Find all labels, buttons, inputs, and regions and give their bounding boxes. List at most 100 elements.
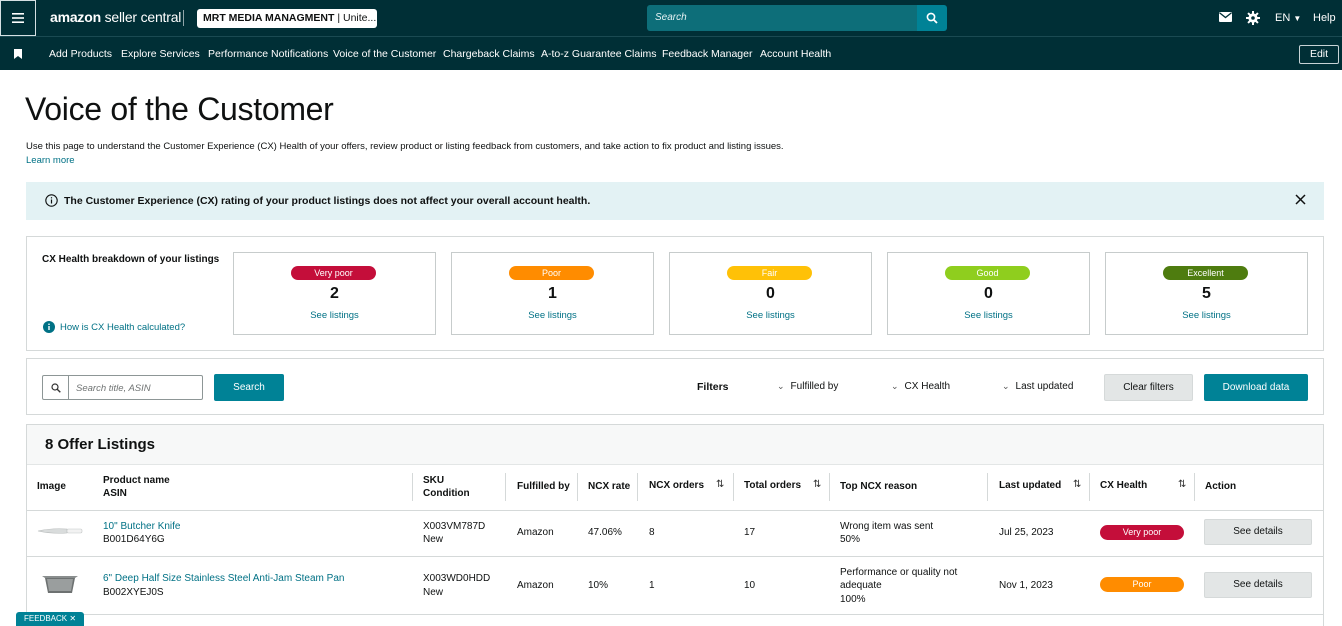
gear-icon[interactable]	[1246, 11, 1260, 25]
breakdown-title: CX Health breakdown of your listings	[42, 254, 220, 265]
ncx-reason-percent: 100%	[840, 594, 866, 605]
col-ncx-rate: NCX rate	[588, 481, 631, 492]
product-image-steam-pan[interactable]	[41, 573, 79, 595]
learn-more-link[interactable]: Learn more	[26, 155, 75, 166]
see-listings-link[interactable]: See listings	[1106, 310, 1307, 321]
see-listings-link[interactable]: See listings	[670, 310, 871, 321]
total-orders-value: 10	[744, 580, 756, 591]
edit-nav-button[interactable]: Edit	[1299, 45, 1339, 64]
sort-icon[interactable]: ⇅	[1178, 479, 1186, 490]
asin-value: B002XYEJ0S	[103, 587, 164, 598]
top-bar: amazon seller central MRT MEDIA MANAGMEN…	[0, 0, 1342, 36]
filter-fulfilled-by[interactable]: ⌄ Fulfilled by	[777, 381, 838, 392]
ncx-orders-value: 8	[649, 527, 655, 538]
filter-bar: Search title, ASIN Search Filters ⌄ Fulfi…	[26, 358, 1324, 415]
breakdown-count: 5	[1202, 285, 1211, 302]
filters-label: Filters	[697, 381, 729, 393]
nav-item-performance-notifications[interactable]: Performance Notifications	[208, 48, 328, 60]
col-sku: SKU	[423, 475, 445, 486]
chevron-down-icon: ⌄	[777, 381, 785, 391]
bookmark-icon[interactable]	[14, 49, 22, 59]
menu-button[interactable]	[0, 0, 36, 36]
nav-item-a-to-z-claims[interactable]: A-to-z Guarantee Claims	[541, 48, 657, 60]
column-divider	[829, 473, 830, 501]
cx-health-badge: Poor	[1100, 577, 1184, 592]
ncx-orders-value: 1	[649, 580, 655, 591]
nav-item-voice-of-customer[interactable]: Voice of the Customer	[333, 48, 436, 60]
row-divider	[27, 614, 1323, 615]
col-action: Action	[1205, 481, 1237, 492]
sort-icon[interactable]: ⇅	[1073, 479, 1081, 490]
nav-bar: Add Products Explore Services Performanc…	[0, 36, 1342, 70]
col-top-ncx-reason: Top NCX reason	[840, 481, 918, 492]
cx-health-badge: Very poor	[1100, 525, 1184, 540]
logo-divider	[183, 10, 184, 26]
global-search-button[interactable]	[917, 5, 947, 31]
breakdown-count: 2	[330, 285, 339, 302]
product-name-link[interactable]: 10" Butcher Knife	[103, 520, 181, 533]
breakdown-count: 1	[548, 285, 557, 302]
info-banner: The Customer Experience (CX) rating of y…	[26, 182, 1324, 220]
column-divider	[987, 473, 988, 501]
search-icon-box	[43, 376, 69, 399]
close-icon[interactable]	[1295, 194, 1306, 205]
clear-filters-button[interactable]: Clear filters	[1104, 374, 1193, 401]
health-pill-good: Good	[945, 266, 1030, 280]
see-details-button[interactable]: See details	[1204, 572, 1312, 598]
language-selector[interactable]: EN ▼	[1275, 12, 1301, 24]
col-product-name[interactable]: Product name	[103, 474, 170, 487]
breakdown-box-very-poor: Very poor 2 See listings	[233, 252, 436, 335]
see-listings-link[interactable]: See listings	[452, 310, 653, 321]
column-divider	[505, 473, 506, 501]
close-icon[interactable]: ✕	[69, 614, 76, 623]
listing-search-input[interactable]: Search title, ASIN	[42, 375, 203, 400]
ncx-rate-value: 10%	[588, 580, 609, 591]
filter-last-updated[interactable]: ⌄ Last updated	[1002, 381, 1073, 392]
column-divider	[412, 473, 413, 501]
nav-item-explore-services[interactable]: Explore Services	[121, 48, 200, 60]
sort-icon[interactable]: ⇅	[716, 479, 724, 490]
sort-icon[interactable]: ⇅	[813, 479, 821, 490]
nav-item-chargeback-claims[interactable]: Chargeback Claims	[443, 48, 535, 60]
see-listings-link[interactable]: See listings	[888, 310, 1089, 321]
cx-health-help-link[interactable]: How is CX Health calculated?	[43, 321, 185, 333]
condition-value: New	[423, 587, 444, 598]
nav-item-add-products[interactable]: Add Products	[49, 48, 112, 60]
download-data-button[interactable]: Download data	[1204, 374, 1308, 401]
see-details-button[interactable]: See details	[1204, 519, 1312, 545]
chevron-down-icon: ▼	[1293, 14, 1302, 23]
col-last-updated[interactable]: Last updated	[999, 479, 1061, 492]
col-asin: ASIN	[103, 488, 127, 499]
mail-icon[interactable]	[1219, 12, 1232, 22]
feedback-tab[interactable]: FEEDBACK ✕	[16, 612, 84, 626]
nav-item-account-health[interactable]: Account Health	[760, 48, 831, 60]
search-button[interactable]: Search	[214, 374, 284, 401]
listings-header: 8 Offer Listings	[27, 425, 1323, 465]
health-pill-fair: Fair	[727, 266, 812, 280]
see-listings-link[interactable]: See listings	[234, 310, 435, 321]
listings-title: 8 Offer Listings	[45, 436, 156, 453]
col-cx-health[interactable]: CX Health	[1100, 479, 1147, 492]
product-name-link[interactable]: 6" Deep Half Size Stainless Steel Anti-J…	[103, 572, 344, 585]
hamburger-icon	[12, 13, 24, 23]
offer-listings-table: 8 Offer Listings Image Product name ASIN…	[26, 424, 1324, 626]
product-image-knife[interactable]	[37, 524, 83, 538]
row-divider	[27, 510, 1323, 511]
breakdown-box-fair: Fair 0 See listings	[669, 252, 872, 335]
col-total-orders[interactable]: Total orders	[744, 479, 801, 492]
store-selector[interactable]: MRT MEDIA MANAGMENT | Unite...	[197, 9, 377, 28]
page-description: Use this page to understand the Customer…	[26, 141, 784, 152]
ncx-rate-value: 47.06%	[588, 527, 622, 538]
cx-health-breakdown: CX Health breakdown of your listings How…	[26, 236, 1324, 351]
column-divider	[1194, 473, 1195, 501]
info-icon	[45, 194, 58, 207]
info-filled-icon	[43, 321, 55, 333]
filter-cx-health[interactable]: ⌄ CX Health	[891, 381, 950, 392]
col-ncx-orders[interactable]: NCX orders	[649, 479, 704, 492]
search-placeholder: Search title, ASIN	[76, 383, 151, 394]
seller-central-logo[interactable]: amazon seller central	[50, 9, 181, 25]
global-search-input[interactable]: Search	[647, 5, 917, 31]
nav-item-feedback-manager[interactable]: Feedback Manager	[662, 48, 752, 60]
health-pill-poor: Poor	[509, 266, 594, 280]
help-link[interactable]: Help	[1313, 12, 1336, 24]
